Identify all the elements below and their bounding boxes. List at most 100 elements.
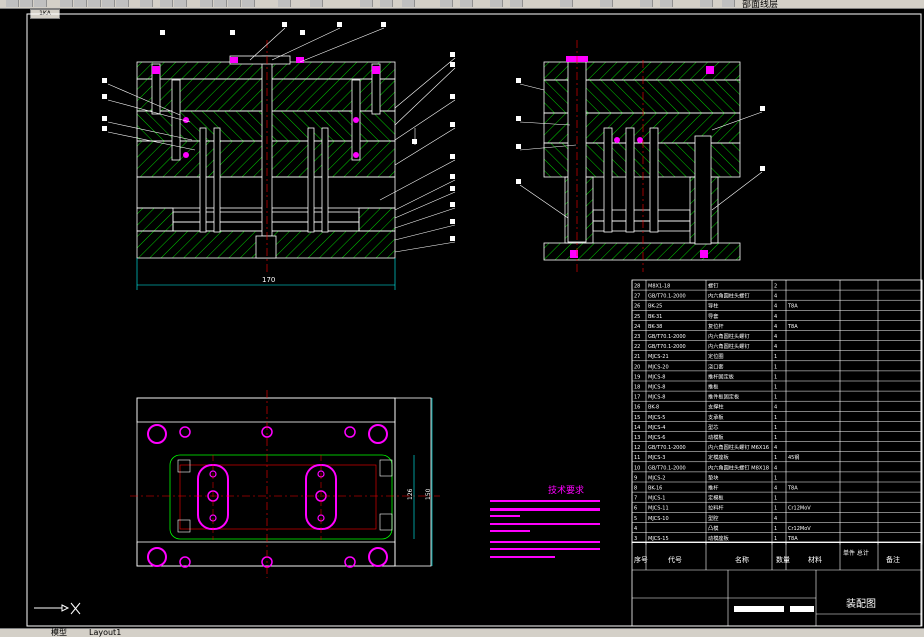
print-icon[interactable] [60,0,73,7]
bom-cell: MJCS-8 [648,374,665,380]
plan-view: 126 150 [130,390,440,578]
zoom-realtime-icon[interactable] [214,0,227,7]
style-icon[interactable] [640,0,653,7]
technical-requirements: 技术要求 [490,484,600,558]
bom-cell: 24 [634,324,640,330]
bom-cell: BK-8 [648,405,659,411]
pan-icon[interactable] [200,0,213,7]
bom-cell: T8A [787,304,798,310]
bom-cell: 复位杆 [708,322,724,330]
bom-cell: 3 [634,536,637,542]
bom-cell: 1 [774,425,777,431]
callout-marker [282,22,287,27]
open-file-icon[interactable] [20,0,33,7]
bom-cell: 6 [634,506,637,512]
callout-marker [300,30,305,35]
bom-cell: 螺钉 [708,282,718,290]
properties-icon[interactable] [278,0,291,7]
new-file-icon[interactable] [6,0,19,7]
title-block: 装配图 序号 代号 名称 数量 材料 单件 总计 备注 [631,541,923,627]
table-style-icon[interactable] [700,0,713,7]
bom-cell: 凸模 [708,524,718,532]
callout-marker [450,52,455,57]
callout-marker [230,30,235,35]
bom-cell: 浇口套 [708,362,724,370]
bom-cell: 2 [774,284,777,290]
bom-cell: 内六角圆柱头螺钉 [708,342,750,350]
bom-cell: 27 [634,294,640,300]
layer-dropdown-icon[interactable] [560,0,573,7]
bom-cell: 定模板 [708,494,724,502]
callout-marker [450,154,455,159]
layer-previous-icon[interactable] [600,0,613,7]
bom-cell: 4 [774,465,777,471]
bom-cell: 1 [774,435,777,441]
bom-cell: 1 [774,496,777,502]
bom-cell: 45钢 [788,454,799,461]
bom-cell: 4 [774,294,777,300]
callout-marker [381,22,386,27]
callout-marker [450,219,455,224]
undo-icon[interactable] [160,0,173,7]
bom-cell: 支撑柱 [708,403,724,411]
bom-cell: 内六角圆柱头螺钉 [708,292,750,300]
bom-cell: 内六角圆柱头螺钉 M6X16 [708,443,769,451]
bom-cell: GB/T70.1-2000 [648,465,686,471]
callout-marker [102,116,107,121]
bom-cell: 4 [634,526,637,532]
preview-icon[interactable] [74,0,87,7]
plan-dim-inner: 126 [407,488,414,500]
layer-combo-icon[interactable] [722,0,735,7]
save-icon[interactable] [34,0,47,7]
bom-cell: 8 [634,486,637,492]
sheet-set-icon[interactable] [380,0,393,7]
cut-icon[interactable] [88,0,101,7]
drawing-canvas[interactable]: 170 126 150 技术要求 28 M8X1-18 螺钉 227 GB/T7… [0,8,924,628]
help-icon[interactable] [460,0,473,7]
side-section-view [519,40,763,272]
bom-cell: 支承板 [708,413,724,421]
spacer-left [136,207,174,232]
bom-cell: 内六角圆柱头螺钉 [708,332,750,340]
bom-cell: 20 [634,364,640,370]
match-properties-icon[interactable] [140,0,153,7]
copy-icon[interactable] [102,0,115,7]
bom-cell: 型腔 [708,514,718,522]
spacer-right [358,207,396,232]
callout-marker [760,106,765,111]
quickcalc-icon[interactable] [440,0,453,7]
bom-cell: 28 [634,284,640,290]
bom-cell: 定模座板 [708,453,730,461]
dimstyle-icon[interactable] [660,0,673,7]
bom-cell: 1 [774,354,777,360]
ucs-icon [34,602,81,615]
callout-marker [450,236,455,241]
design-center-icon[interactable] [310,0,323,7]
bom-cell: 导套 [708,312,719,320]
svg-text:数量: 数量 [776,555,790,564]
zoom-window-icon[interactable] [228,0,241,7]
zoom-previous-icon[interactable] [242,0,255,7]
layer-state-icon[interactable] [510,0,523,7]
bom-cell: 4 [774,314,777,320]
bom-cell: 4 [774,445,777,451]
tool-palette-icon[interactable] [360,0,373,7]
bom-cell: 动模板 [708,433,724,441]
bom-cell: 推杆 [708,484,718,492]
bom-cell: 1 [774,526,777,532]
paste-icon[interactable] [116,0,129,7]
bom-cell: MJCS-1 [648,496,665,502]
bom-cell: GB/T70.1-2000 [648,344,686,350]
bom-cell: Cr12MoV [788,526,811,532]
bom-cell: 1 [774,506,777,512]
layer-manager-icon[interactable] [490,0,503,7]
redo-icon[interactable] [174,0,187,7]
bom-cell: GB/T70.1-2000 [648,445,686,451]
bom-cell: 定位圈 [708,352,724,360]
bom-cell: MJCS-6 [648,435,665,441]
bom-cell: MJCS-21 [648,354,669,360]
callout-marker [412,139,417,144]
bom-cell: 10 [634,465,640,471]
bom-cell: BK-31 [648,314,662,320]
markup-icon[interactable] [402,0,415,7]
